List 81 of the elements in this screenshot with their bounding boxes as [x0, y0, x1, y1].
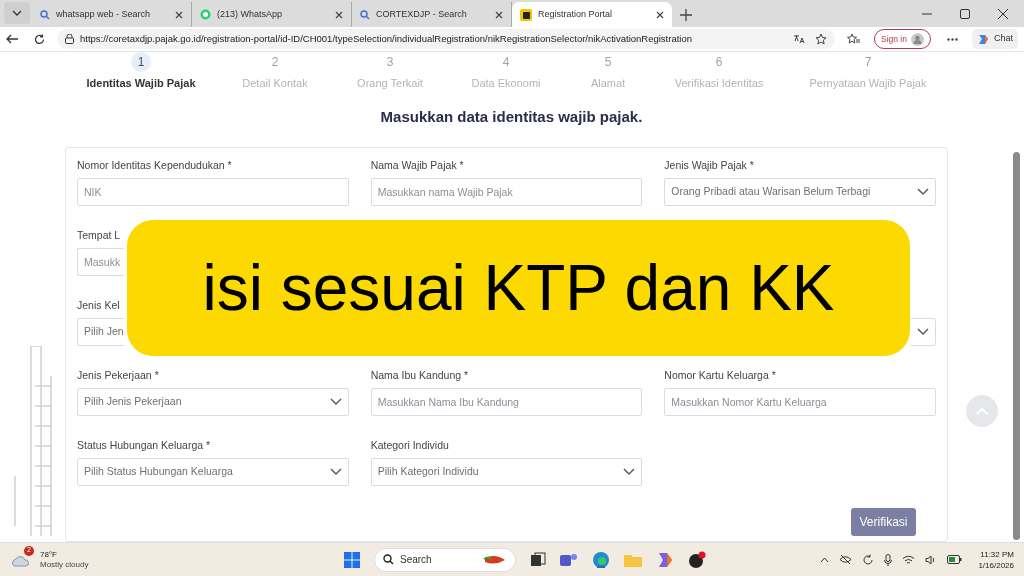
select-field[interactable]: Pilih Jenis Pekerjaan	[77, 388, 349, 416]
translate-icon[interactable]	[793, 34, 805, 44]
caption-banner: isi sesuai KTP dan KK	[127, 220, 910, 356]
chevron-up-icon[interactable]	[820, 556, 830, 563]
field-label: Nomor Kartu Keluarga *	[664, 368, 776, 382]
teams-icon[interactable]	[560, 551, 578, 568]
scrollbar[interactable]	[1013, 152, 1020, 540]
field-label: Jenis Wajib Pajak *	[664, 158, 754, 172]
maximize-icon[interactable]	[960, 9, 970, 19]
close-icon[interactable]	[175, 10, 183, 19]
search-icon	[383, 554, 394, 565]
chat-button[interactable]: Chat	[972, 29, 1018, 49]
microphone-icon[interactable]	[884, 553, 893, 566]
url-text: https://coretaxdjp.pajak.go.id/registration-portal/id-ID/CH001/typeSelection/individualRegistration/nikRegistrationSelector/nikActivationRegistration	[80, 31, 693, 46]
search-icon	[360, 9, 370, 20]
more-icon[interactable]	[947, 37, 958, 41]
address-bar[interactable]: https://coretaxdjp.pajak.go.id/registration-portal/id-ID/CH001/typeSelection/individualRegistration/nikRegistrationSelector/nikActivationRegistration	[57, 29, 835, 49]
favorites-icon[interactable]	[847, 33, 860, 45]
chevron-up-icon	[976, 407, 988, 415]
refresh-icon[interactable]	[34, 33, 45, 45]
verify-button[interactable]: Verifikasi	[851, 508, 916, 536]
step-number[interactable]: 1	[131, 52, 151, 72]
eye-off-icon[interactable]	[839, 554, 853, 565]
close-icon[interactable]	[335, 10, 343, 19]
tab-title: CORTEXDJP - Search	[376, 7, 468, 21]
sync-icon[interactable]	[862, 553, 875, 566]
select-value: Pilih Kategori Individu	[377, 464, 479, 480]
tab-list-button[interactable]	[4, 2, 30, 24]
star-icon[interactable]	[815, 33, 827, 45]
close-icon[interactable]	[495, 10, 503, 19]
temperature: 78°F	[40, 549, 58, 560]
avatar-icon	[911, 32, 924, 46]
wifi-icon[interactable]	[902, 554, 916, 565]
select-field[interactable]: Pilih Jen	[77, 318, 125, 346]
weather-text: Mostly cloudy	[40, 559, 89, 570]
clock-date[interactable]: 1/16/2026	[978, 559, 1014, 571]
tab-title: Registration Portal	[538, 7, 614, 21]
browser-tab[interactable]: Registration Portal	[512, 2, 672, 27]
pepper-icon	[483, 553, 507, 566]
copilot-icon[interactable]	[656, 550, 674, 569]
task-view-icon[interactable]	[530, 551, 546, 568]
text-input[interactable]: Masukkan Nomor Kartu Keluarga	[664, 388, 936, 416]
step-label[interactable]: Identitas Wajib Pajak	[86, 75, 196, 92]
search-icon	[40, 9, 50, 20]
close-icon[interactable]	[998, 9, 1008, 19]
search-text: Search	[400, 553, 433, 567]
field-label: Tempat L	[77, 228, 121, 242]
tab-title: (213) WhatsApp	[217, 7, 284, 21]
text-input[interactable]: Masukkan Nama Ibu Kandung	[370, 388, 643, 416]
taskbar-search[interactable]: Search	[374, 547, 516, 572]
portal-logo-icon	[520, 8, 532, 21]
tab-title: whatsapp web - Search	[56, 7, 152, 21]
lock-icon[interactable]	[65, 34, 74, 44]
app-icon[interactable]	[688, 550, 706, 569]
start-icon[interactable]	[344, 551, 360, 568]
text-input[interactable]: Masukkan nama Wajib Pajak	[370, 178, 643, 206]
field-label: Kategori Individu	[370, 438, 449, 452]
field-label: Jenis Pekerjaan *	[77, 368, 159, 382]
text-input[interactable]: Masukk	[77, 248, 125, 276]
chat-bubble-icon	[200, 9, 211, 20]
close-icon[interactable]	[656, 10, 664, 19]
field-label: Jenis Kel	[77, 298, 120, 312]
field-label: Nomor Identitas Kependudukan *	[77, 158, 232, 172]
text-input[interactable]: NIK	[77, 178, 349, 206]
new-tab-icon[interactable]	[680, 9, 692, 21]
field-label: Nama Ibu Kandung *	[370, 368, 469, 382]
select-field[interactable]: Orang Pribadi atau Warisan Belum Terbagi	[664, 178, 936, 206]
select-field[interactable]: Pilih Status Hubungan Keluarga	[77, 458, 349, 486]
select-value: Pilih Jen	[84, 324, 124, 340]
select-value: Pilih Jenis Pekerjaan	[84, 394, 182, 410]
back-icon[interactable]	[6, 34, 18, 44]
battery-icon[interactable]	[947, 555, 963, 564]
form-heading: Masukkan data identitas wajib pajak.	[379, 107, 644, 127]
select-value: Orang Pribadi atau Warisan Belum Terbagi	[671, 184, 871, 200]
field-label: Status Hubungan Keluarga *	[77, 438, 211, 452]
select-field[interactable]: Pilih Kategori Individu	[370, 458, 643, 486]
field-label: Nama Wajib Pajak *	[370, 158, 464, 172]
edge-icon[interactable]	[592, 550, 610, 569]
copilot-icon	[977, 32, 990, 46]
clock-time[interactable]: 11:32 PM	[980, 548, 1014, 560]
select-value: Pilih Status Hubungan Keluarga	[84, 464, 233, 480]
